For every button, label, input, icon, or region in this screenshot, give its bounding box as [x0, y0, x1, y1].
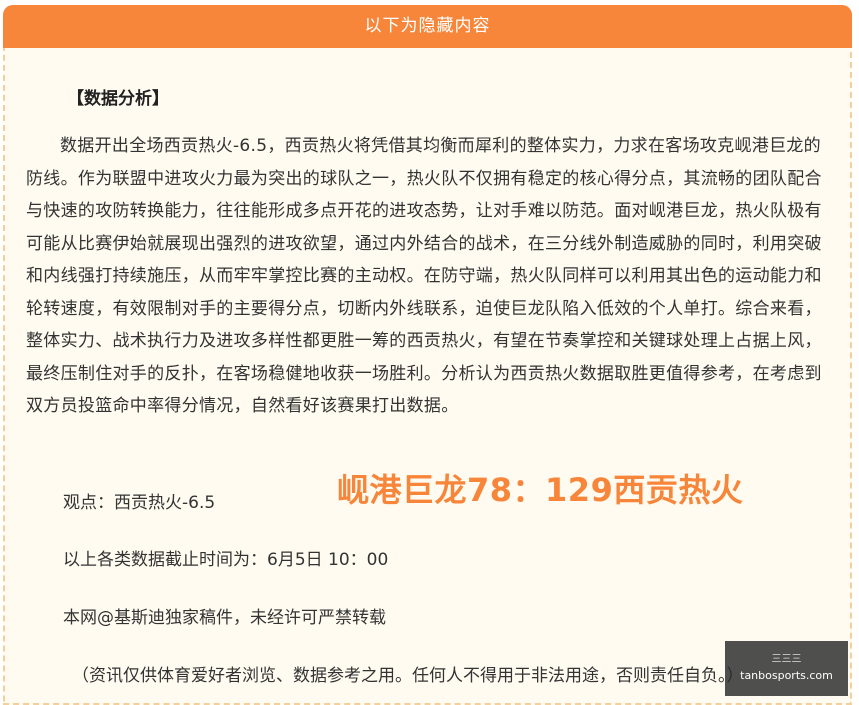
- watermark-site-text: tanbosports.com: [740, 669, 833, 682]
- analysis-paragraph: 数据开出全场西贡热火-6.5，西贡热火将凭借其均衡而犀利的整体实力，力求在客场攻…: [26, 136, 822, 416]
- watermark-top-text: 三三三: [771, 654, 802, 665]
- cutoff-time-text: 以上各类数据截止时间为：6月5日 10：00: [63, 550, 389, 570]
- score-overlay: 岘港巨龙78：129西贡热火: [337, 471, 744, 509]
- hidden-content-header: 以下为隐藏内容: [3, 5, 852, 48]
- site-watermark: 三三三 tanbosports.com: [725, 641, 848, 696]
- section-heading: 【数据分析】: [67, 89, 169, 109]
- viewpoint-text: 观点：西贡热火-6.5: [63, 493, 216, 513]
- copyright-notice: 本网@基斯迪独家稿件，未经许可严禁转载: [63, 608, 386, 628]
- hidden-content-panel: 以下为隐藏内容 【数据分析】 数据开出全场西贡热火-6.5，西贡热火将凭借其均衡…: [3, 5, 852, 705]
- disclaimer-text: （资讯仅供体育爱好者浏览、数据参考之用。任何人不得用于非法用途，否则责任自负。）: [72, 666, 744, 686]
